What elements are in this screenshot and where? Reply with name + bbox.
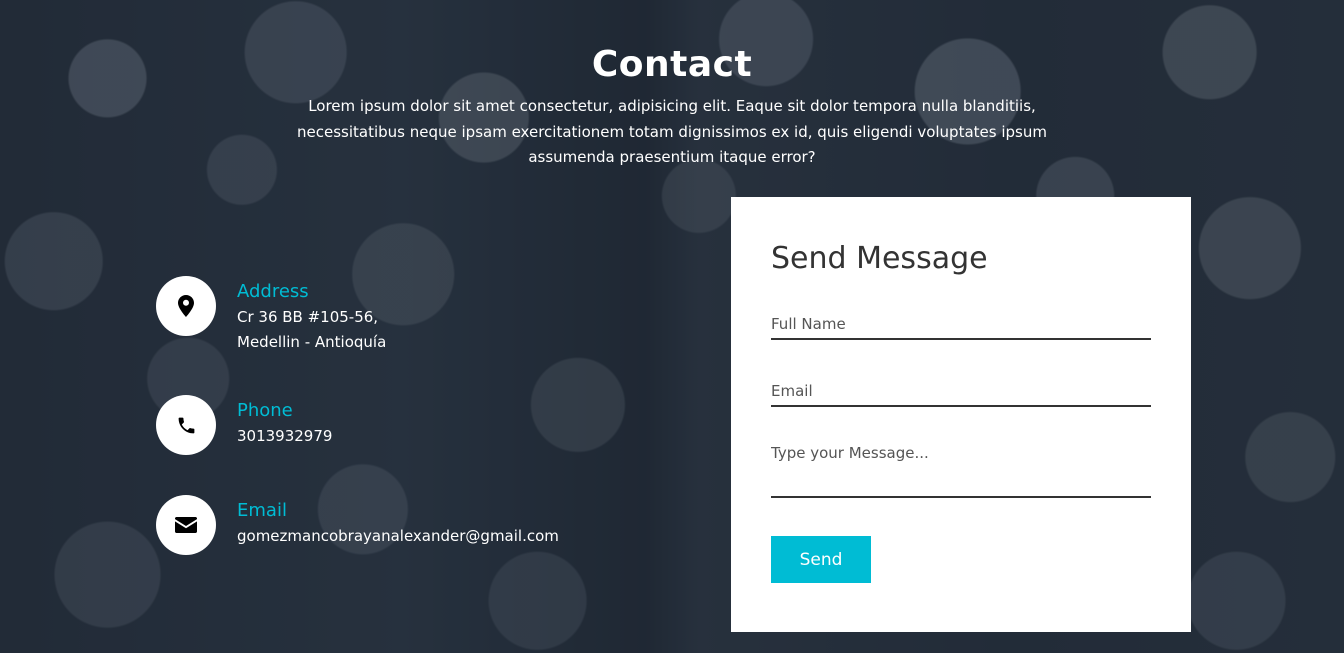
contact-page: Contact Lorem ipsum dolor sit amet conse… [0,0,1344,653]
page-title: Contact [591,44,753,85]
address-label: Address [237,281,309,302]
email-input[interactable] [771,376,1151,407]
phone-icon-circle [156,395,216,455]
address-line-1: Cr 36 BB #105-56, [237,308,379,326]
address-line-2: Medellin - Antioquía [237,333,387,351]
full-name-input[interactable] [771,309,1151,340]
send-message-form: Send Message Send [731,197,1191,632]
email-address: gomezmancobrayanalexander@gmail.com [237,527,559,545]
phone-icon [178,417,194,433]
phone-label: Phone [237,400,293,421]
email-label: Email [237,500,287,521]
form-title: Send Message [771,241,988,276]
map-marker-icon [178,295,194,317]
envelope-icon [175,517,197,533]
contact-info-phone: Phone 3013932979 [156,395,332,455]
phone-number: 3013932979 [237,427,333,445]
address-text: Address Cr 36 BB #105-56, Medellin - Ant… [237,276,386,355]
page-subtitle: Lorem ipsum dolor sit amet consectetur, … [297,97,1047,166]
contact-header: Contact Lorem ipsum dolor sit amet conse… [0,40,1344,171]
email-text: Email gomezmancobrayanalexander@gmail.co… [237,495,559,549]
message-textarea[interactable] [771,443,1151,498]
contact-info-email: Email gomezmancobrayanalexander@gmail.co… [156,495,559,555]
contact-info-address: Address Cr 36 BB #105-56, Medellin - Ant… [156,276,386,355]
send-button[interactable]: Send [771,536,871,583]
email-icon-circle [156,495,216,555]
address-icon-circle [156,276,216,336]
phone-text: Phone 3013932979 [237,395,332,449]
